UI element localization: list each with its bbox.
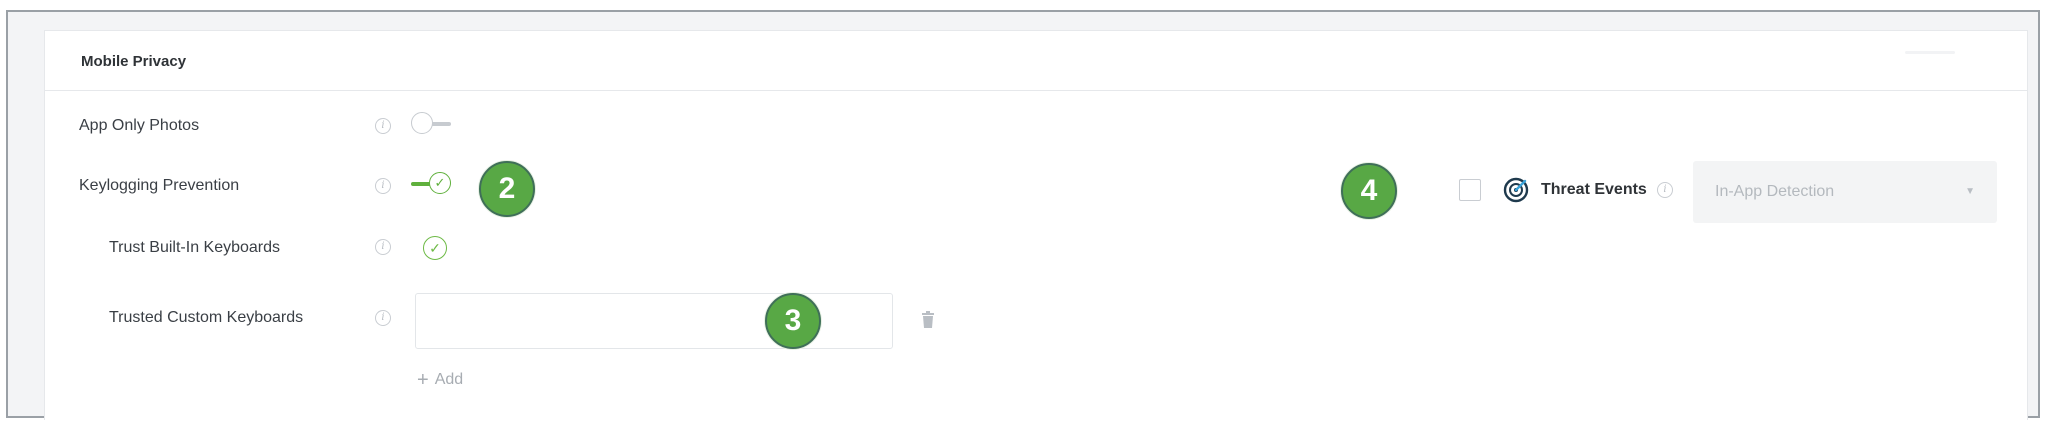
- panel-header: Mobile Privacy: [45, 31, 2027, 91]
- info-icon[interactable]: i: [375, 178, 391, 194]
- trusted-custom-keyboards-input[interactable]: [415, 293, 893, 349]
- trust-builtin-keyboards-label: Trust Built-In Keyboards: [109, 239, 281, 256]
- threat-events-label: Threat Events: [1541, 181, 1647, 198]
- add-keyboard-link[interactable]: + Add: [417, 369, 463, 392]
- trusted-custom-keyboards-label: Trusted Custom Keyboards: [109, 309, 304, 326]
- callout-badge-3: 3: [765, 293, 821, 349]
- trash-icon[interactable]: [921, 311, 935, 329]
- add-label: Add: [434, 371, 464, 388]
- info-icon[interactable]: i: [375, 310, 391, 326]
- select-value: In-App Detection: [1715, 183, 1835, 200]
- app-only-photos-toggle[interactable]: [411, 111, 451, 137]
- keylogging-prevention-label: Keylogging Prevention: [79, 177, 240, 194]
- mobile-privacy-panel: Mobile Privacy App Only Photos i Keylogg…: [44, 30, 2028, 420]
- checkmark-icon: ✓: [429, 172, 451, 194]
- callout-badge-4: 4: [1341, 163, 1397, 219]
- threat-events-checkbox[interactable]: [1459, 179, 1481, 201]
- keylogging-prevention-toggle[interactable]: ✓: [411, 171, 451, 197]
- screenshot-frame: Mobile Privacy App Only Photos i Keylogg…: [6, 10, 2040, 420]
- callout-badge-2: 2: [479, 161, 535, 217]
- checkmark-icon: ✓: [429, 240, 441, 256]
- panel-title: Mobile Privacy: [81, 53, 187, 70]
- toggle-knob: [411, 112, 433, 134]
- trust-builtin-keyboards-checkbox[interactable]: ✓: [423, 236, 447, 260]
- app-only-photos-label: App Only Photos: [79, 117, 200, 134]
- plus-icon: +: [417, 369, 429, 391]
- info-icon[interactable]: i: [375, 118, 391, 134]
- threat-detection-select[interactable]: In-App Detection ▼: [1693, 161, 1997, 223]
- info-icon[interactable]: i: [375, 239, 391, 255]
- header-decoration: [1905, 51, 1955, 54]
- info-icon[interactable]: i: [1657, 182, 1673, 198]
- radar-target-icon: [1503, 177, 1529, 203]
- chevron-down-icon: ▼: [1965, 186, 1975, 197]
